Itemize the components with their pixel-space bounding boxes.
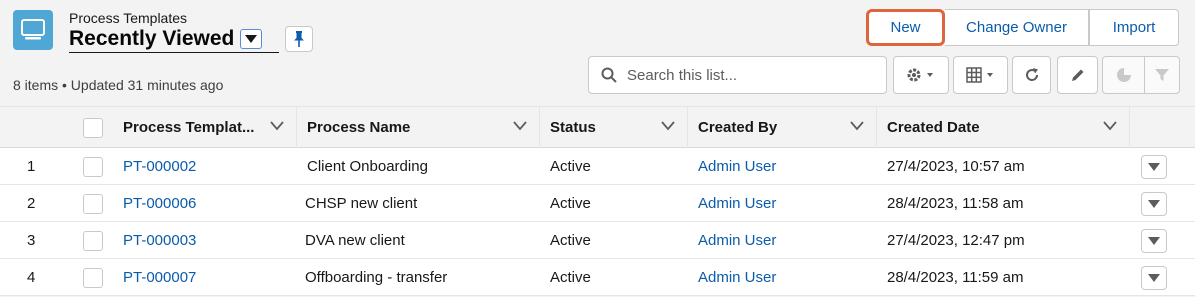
process-name-cell: CHSP new client <box>305 195 418 212</box>
change-owner-button[interactable]: Change Owner <box>945 9 1089 46</box>
caret-down-icon <box>1148 273 1160 282</box>
chevron-down-icon[interactable] <box>270 121 284 131</box>
refresh-icon <box>1025 68 1038 81</box>
search-input[interactable] <box>627 66 877 84</box>
import-button[interactable]: Import <box>1089 9 1179 46</box>
chevron-down-icon[interactable] <box>661 121 675 131</box>
row-number: 1 <box>27 158 36 175</box>
created-by-link[interactable]: Admin User <box>698 259 776 296</box>
edit-list-button[interactable] <box>1057 56 1098 94</box>
column-label: Created By <box>698 119 778 136</box>
row-checkbox[interactable] <box>83 156 103 177</box>
charts-button[interactable] <box>1102 56 1145 94</box>
object-name: Process Templates <box>69 10 188 26</box>
table-row[interactable]: 2 PT-000006 CHSP new client Active Admin… <box>0 185 1195 222</box>
created-date-cell: 28/4/2023, 11:58 am <box>887 195 1024 212</box>
table-header: Process Templat... Process Name Status C… <box>0 106 1195 148</box>
row-number: 3 <box>27 232 36 249</box>
select-all-cell <box>71 107 113 148</box>
pin-list-button[interactable] <box>285 26 313 52</box>
select-all-checkbox[interactable] <box>83 117 103 138</box>
list-view-title: Recently Viewed <box>69 27 235 50</box>
table-row[interactable]: 3 PT-000003 DVA new client Active Admin … <box>0 222 1195 259</box>
column-label: Status <box>550 119 596 136</box>
row-actions-button[interactable] <box>1141 265 1167 290</box>
chevron-down-icon[interactable] <box>513 121 527 131</box>
column-header-process-template[interactable]: Process Templat... <box>113 107 297 148</box>
pin-icon <box>294 31 304 47</box>
column-header-status[interactable]: Status <box>540 107 688 148</box>
column-label: Created Date <box>887 119 980 136</box>
column-header-created-by[interactable]: Created By <box>688 107 877 148</box>
caret-down-icon <box>1148 199 1160 208</box>
filters-button[interactable] <box>1144 56 1180 94</box>
filter-icon <box>1155 69 1169 81</box>
table-display-icon <box>965 67 993 83</box>
created-by-link[interactable]: Admin User <box>698 222 776 259</box>
process-name-cell: Client Onboarding <box>307 158 428 175</box>
new-button[interactable]: New <box>866 9 945 46</box>
row-actions-button[interactable] <box>1141 191 1167 216</box>
created-by-link[interactable]: Admin User <box>698 185 776 222</box>
caret-down-icon <box>1148 236 1160 245</box>
column-header-created-date[interactable]: Created Date <box>877 107 1130 148</box>
desktop-icon <box>21 19 45 40</box>
status-cell: Active <box>550 269 591 286</box>
process-template-link[interactable]: PT-000006 <box>123 185 196 222</box>
chevron-down-icon[interactable] <box>850 121 864 131</box>
column-label: Process Name <box>307 119 411 136</box>
chart-icon <box>1116 68 1131 82</box>
status-cell: Active <box>550 232 591 249</box>
process-template-link[interactable]: PT-000002 <box>123 148 196 185</box>
process-templates-object-icon <box>13 10 53 50</box>
list-view-dropdown-button[interactable] <box>240 29 263 49</box>
row-checkbox[interactable] <box>83 267 103 288</box>
chevron-down-icon[interactable] <box>1103 121 1117 131</box>
row-checkbox[interactable] <box>83 193 103 214</box>
refresh-button[interactable] <box>1012 56 1051 94</box>
caret-down-icon <box>1148 162 1160 171</box>
created-date-cell: 27/4/2023, 12:47 pm <box>887 232 1025 249</box>
column-label: Process Templat... <box>123 119 255 136</box>
table-row[interactable]: 1 PT-000002 Client Onboarding Active Adm… <box>0 148 1195 185</box>
list-settings-button[interactable] <box>893 56 949 94</box>
search-icon <box>601 67 617 83</box>
created-date-cell: 27/4/2023, 10:57 am <box>887 158 1025 175</box>
edit-icon <box>1071 69 1083 81</box>
table-row[interactable]: 4 PT-000007 Offboarding - transfer Activ… <box>0 259 1195 296</box>
status-cell: Active <box>550 195 591 212</box>
row-number: 4 <box>27 269 36 286</box>
created-date-cell: 28/4/2023, 11:59 am <box>887 269 1024 286</box>
caret-down-icon <box>245 35 258 43</box>
action-button-group: New Change Owner Import <box>866 9 1179 46</box>
column-header-process-name[interactable]: Process Name <box>297 107 540 148</box>
list-table: Process Templat... Process Name Status C… <box>0 106 1195 296</box>
row-number: 2 <box>27 195 36 212</box>
status-cell: Active <box>550 158 591 175</box>
row-actions-button[interactable] <box>1141 154 1167 179</box>
list-search <box>588 56 887 94</box>
row-actions-button[interactable] <box>1141 228 1167 253</box>
created-by-link[interactable]: Admin User <box>698 148 776 185</box>
process-template-link[interactable]: PT-000003 <box>123 222 196 259</box>
row-checkbox[interactable] <box>83 230 103 251</box>
process-name-cell: DVA new client <box>305 232 405 249</box>
process-template-link[interactable]: PT-000007 <box>123 259 196 296</box>
list-view-selector[interactable]: Recently Viewed <box>69 27 279 53</box>
process-name-cell: Offboarding - transfer <box>305 269 448 286</box>
settings-icon <box>907 68 933 82</box>
display-as-button[interactable] <box>953 56 1008 94</box>
list-info: 8 items • Updated 31 minutes ago <box>13 77 224 93</box>
